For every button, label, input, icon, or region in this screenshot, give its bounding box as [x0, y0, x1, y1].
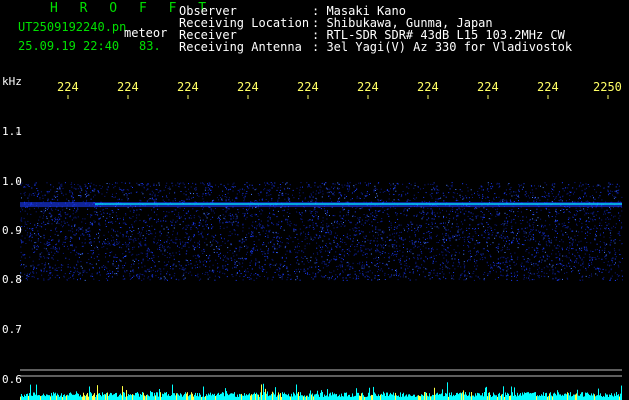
x-tick-label: 224 [177, 80, 199, 94]
x-tick-label: 2250 [593, 80, 622, 94]
y-tick-label: 0.6 [2, 373, 22, 386]
y-tick-label: 0.9 [2, 224, 22, 237]
x-tick-label: 224 [357, 80, 379, 94]
x-tick-label: 224 [537, 80, 559, 94]
y-tick-label: 1.1 [2, 125, 22, 138]
x-tick-label: 224 [417, 80, 439, 94]
amplitude-strip [20, 382, 622, 400]
y-tick-label: 0.8 [2, 273, 22, 286]
antenna-label: Receiving Antenna [179, 40, 302, 54]
count-value: 83. [139, 39, 161, 53]
y-axis-unit: kHz [2, 75, 22, 88]
noise-band [20, 182, 623, 281]
y-tick-label: 0.7 [2, 323, 22, 336]
file-name: UT2509192240.pn [18, 20, 127, 34]
date-time: 25.09.19 22:40 [18, 39, 120, 53]
spectrogram [16, 95, 623, 400]
x-tick-label: 224 [477, 80, 499, 94]
antenna-value: : 3el Yagi(V) Az 330 for Vladivostok [312, 40, 573, 54]
x-tick-label: 224 [297, 80, 319, 94]
x-tick-label: 224 [57, 80, 79, 94]
y-tick-label: 1.0 [2, 175, 22, 188]
file-suffix: meteor [124, 26, 168, 40]
x-tick-label: 224 [237, 80, 259, 94]
x-tick-label: 224 [117, 80, 139, 94]
